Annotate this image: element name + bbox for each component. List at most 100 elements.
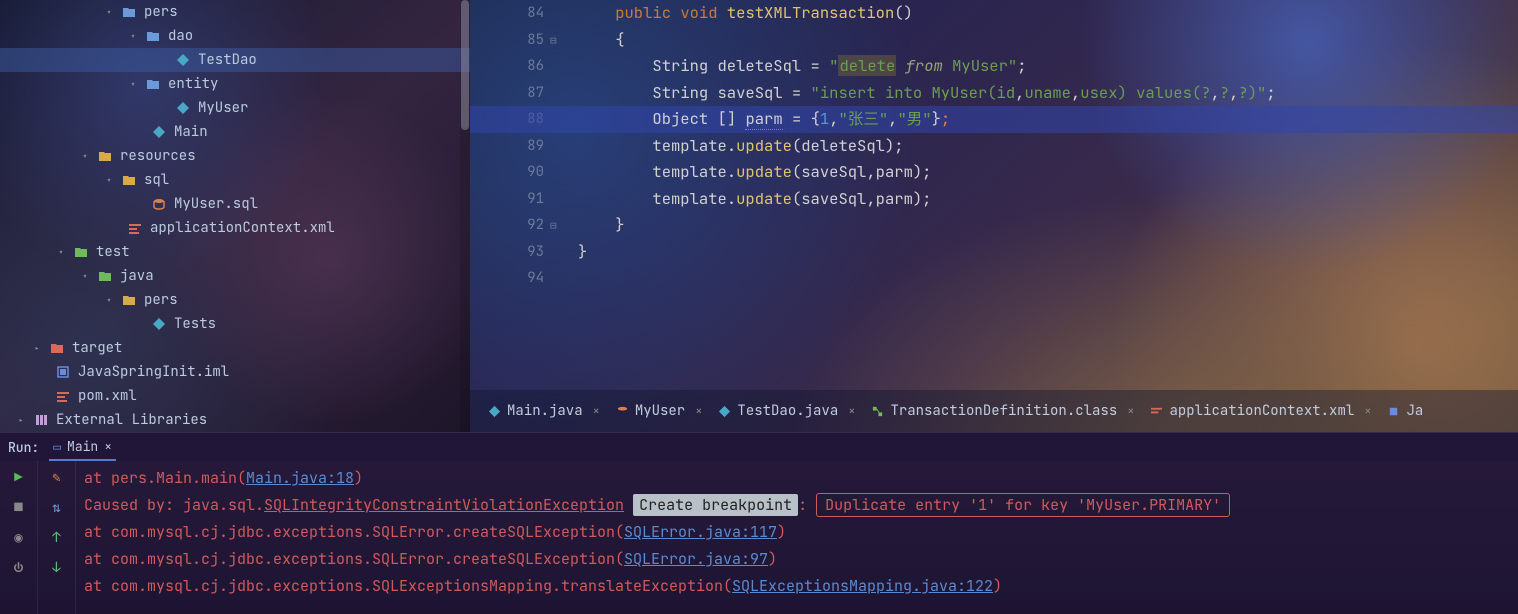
tree-item-resources[interactable]: ▾ resources [0, 144, 470, 168]
tree-item-sql[interactable]: ▾sql [0, 168, 470, 192]
code-line[interactable]: template.update(saveSql,parm); [578, 159, 1518, 186]
scroll-down-button[interactable]: ↓ [48, 559, 66, 577]
fold-toggle-icon[interactable]: ⊟ [550, 34, 557, 48]
rerun-button[interactable]: ▶ [10, 469, 28, 487]
chevron-down-icon[interactable]: ▾ [82, 150, 94, 163]
class-icon [174, 53, 192, 67]
stop-button[interactable]: ■ [10, 499, 28, 517]
filter-button[interactable]: ⇅ [48, 499, 66, 517]
tree-item-myuser[interactable]: MyUser [0, 96, 470, 120]
project-tree[interactable]: ▾pers▾daoTestDao▾entityMyUserMain▾resour… [0, 0, 470, 432]
source-link[interactable]: SQLError.java:97 [624, 549, 768, 569]
tree-scrollbar[interactable] [460, 0, 470, 432]
fold-toggle-icon[interactable]: ⊟ [550, 219, 557, 233]
editor-tab-main-java[interactable]: Main.java× [484, 400, 604, 422]
source-link[interactable]: SQLError.java:117 [624, 522, 777, 542]
source-link[interactable]: Main.java:18 [246, 468, 354, 488]
chevron-down-icon[interactable]: ▾ [130, 78, 142, 91]
code-line[interactable]: } [578, 212, 1518, 239]
code-lines[interactable]: public void testXMLTransaction() { Strin… [564, 0, 1518, 390]
tree-item-label: test [96, 243, 130, 261]
line-number[interactable]: 85 [470, 27, 544, 54]
chevron-right-icon[interactable]: ▸ [18, 414, 30, 427]
chevron-down-icon[interactable]: ▾ [106, 174, 118, 187]
line-number[interactable]: 90 [470, 159, 544, 186]
tab-label: TestDao.java [737, 402, 838, 420]
line-number[interactable]: 89 [470, 133, 544, 160]
code-editor[interactable]: 8485868788899091929394 ⊟⊟ public void te… [470, 0, 1518, 432]
screenshot-button[interactable]: ◉ [10, 529, 28, 547]
code-line[interactable]: template.update(saveSql,parm); [578, 186, 1518, 213]
tree-scrollbar-thumb[interactable] [461, 0, 469, 130]
code-line[interactable] [578, 265, 1518, 292]
tree-item-target[interactable]: ▸target [0, 336, 470, 360]
editor-gutter[interactable]: 8485868788899091929394 [470, 0, 550, 390]
line-number[interactable]: 92 [470, 212, 544, 239]
editor-tab-myuser[interactable]: MyUser× [612, 400, 707, 422]
fold-column[interactable]: ⊟⊟ [550, 0, 564, 390]
tree-item-myuser-sql[interactable]: MyUser.sql [0, 192, 470, 216]
tree-item-label: TestDao [198, 51, 257, 69]
xml-icon [126, 222, 144, 234]
tree-item-tests[interactable]: Tests [0, 312, 470, 336]
exception-link[interactable]: SQLIntegrityConstraintViolationException [264, 495, 624, 515]
close-icon[interactable]: × [593, 403, 600, 419]
tree-item-pers[interactable]: ▾pers [0, 288, 470, 312]
tree-item-external-libraries[interactable]: ▸External Libraries [0, 408, 470, 432]
tree-item-testdao[interactable]: TestDao [0, 48, 470, 72]
folder-icon [96, 270, 114, 282]
create-breakpoint-button[interactable]: Create breakpoint [633, 494, 798, 516]
console-output[interactable]: at pers.Main.main(Main.java:18)Caused by… [76, 461, 1518, 614]
code-line[interactable]: { [578, 27, 1518, 54]
code-line[interactable]: Object [] parm = {1,"张三","男"}; [470, 106, 1518, 133]
code-line[interactable]: } [578, 239, 1518, 266]
line-number[interactable]: 93 [470, 239, 544, 266]
line-number[interactable]: 84 [470, 0, 544, 27]
close-icon[interactable]: × [104, 438, 112, 455]
chevron-down-icon[interactable]: ▾ [58, 246, 70, 259]
tree-item-label: java [120, 267, 154, 285]
tree-item-label: resources [120, 147, 196, 165]
tree-item-applicationcontext-xml[interactable]: applicationContext.xml [0, 216, 470, 240]
chevron-down-icon[interactable]: ▾ [130, 30, 142, 43]
chevron-right-icon[interactable]: ▸ [34, 342, 46, 355]
code-line[interactable]: public void testXMLTransaction() [578, 0, 1518, 27]
line-number[interactable]: 94 [470, 265, 544, 292]
tree-item-pers[interactable]: ▾pers [0, 0, 470, 24]
tree-item-javaspringinit-iml[interactable]: JavaSpringInit.iml [0, 360, 470, 384]
close-icon[interactable]: × [1364, 403, 1371, 419]
chevron-down-icon[interactable]: ▾ [106, 294, 118, 307]
editor-tab-transactiondefinition-class[interactable]: TransactionDefinition.class× [867, 400, 1138, 422]
edit-button[interactable]: ✎ [48, 469, 66, 487]
folder-res-icon [96, 150, 114, 162]
code-line[interactable]: String saveSql = "insert into MyUser(id,… [578, 80, 1518, 107]
editor-tab-ja[interactable]: Ja [1383, 400, 1427, 422]
tree-item-pom-xml[interactable]: pom.xml [0, 384, 470, 408]
play-icon: ▶ [14, 469, 22, 487]
code-line[interactable]: String deleteSql = "delete from MyUser"; [578, 53, 1518, 80]
exit-button[interactable]: ⏻ [10, 559, 28, 577]
chevron-down-icon[interactable]: ▾ [106, 6, 118, 19]
class-icon [150, 317, 168, 331]
tree-item-test[interactable]: ▾ test [0, 240, 470, 264]
chevron-down-icon[interactable]: ▾ [82, 270, 94, 283]
line-number[interactable]: 91 [470, 186, 544, 213]
close-icon[interactable]: × [1127, 403, 1134, 419]
tree-item-main[interactable]: Main [0, 120, 470, 144]
line-number[interactable]: 86 [470, 53, 544, 80]
tree-item-entity[interactable]: ▾entity [0, 72, 470, 96]
close-icon[interactable]: × [848, 403, 855, 419]
source-link[interactable]: SQLExceptionsMapping.java:122 [732, 576, 993, 596]
stop-icon: ■ [14, 499, 22, 517]
console-line: at pers.Main.main(Main.java:18) [84, 465, 1510, 492]
tree-item-dao[interactable]: ▾dao [0, 24, 470, 48]
close-icon[interactable]: × [695, 403, 702, 419]
tree-item-java[interactable]: ▾ java [0, 264, 470, 288]
iml-icon [54, 365, 72, 379]
line-number[interactable]: 87 [470, 80, 544, 107]
scroll-up-button[interactable]: ↑ [48, 529, 66, 547]
run-tab-main[interactable]: ▭ Main × [49, 433, 116, 461]
editor-tab-applicationcontext-xml[interactable]: applicationContext.xml× [1146, 400, 1375, 422]
code-line[interactable]: template.update(deleteSql); [578, 133, 1518, 160]
editor-tab-testdao-java[interactable]: TestDao.java × [714, 400, 859, 422]
